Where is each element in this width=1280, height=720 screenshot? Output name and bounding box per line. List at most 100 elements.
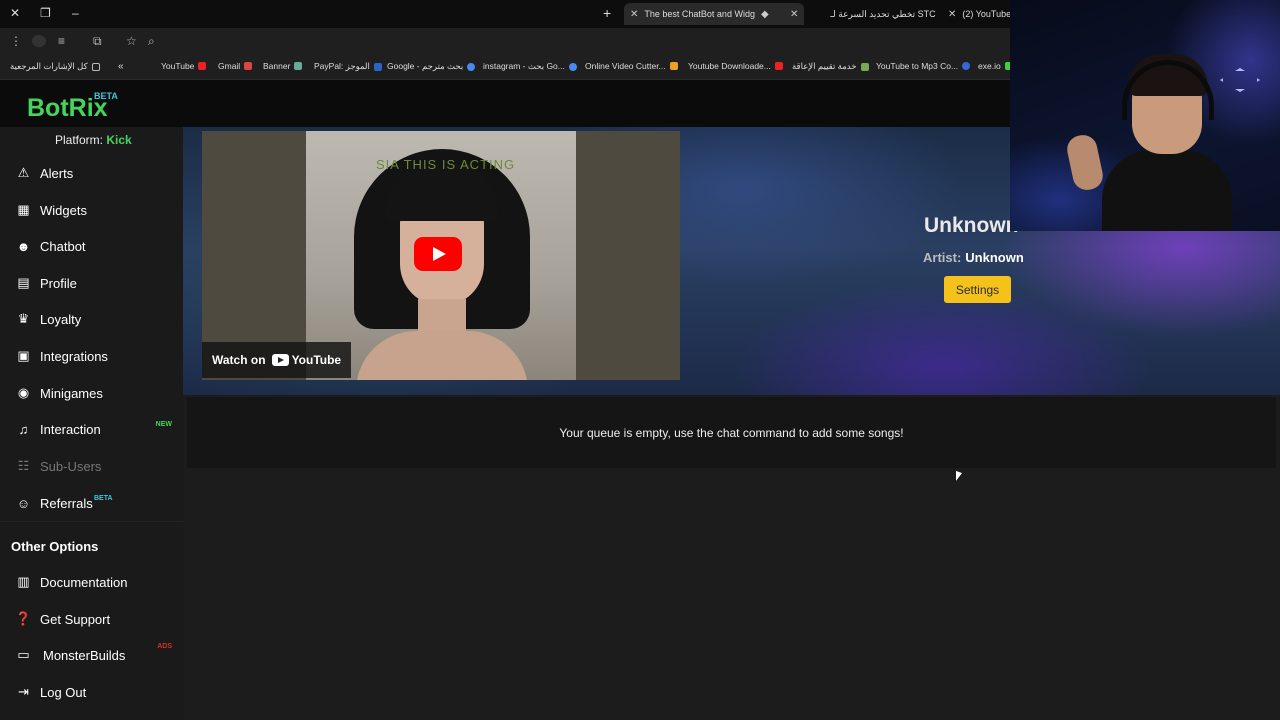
bookmark-label: Google - بحث مترجم	[387, 61, 464, 71]
bookmark-label: Gmail	[218, 61, 241, 71]
reading-list-icon[interactable]: ≡	[58, 34, 65, 48]
gamepad-icon: ◉	[17, 385, 30, 400]
bookmark-video-cutter[interactable]: Online Video Cutter...	[585, 61, 678, 71]
sidebar-item-alerts[interactable]: ⚠ Alerts	[0, 158, 183, 188]
chevron-left-icon[interactable]: «	[118, 61, 124, 72]
logo-beta-badge: BETA	[94, 91, 118, 101]
video-cutter-icon	[669, 62, 678, 70]
close-tab-icon[interactable]: ✕	[948, 9, 956, 20]
new-tab-button[interactable]: +	[603, 5, 611, 21]
bookmark-yt-mp3[interactable]: YouTube to Mp3 Co...	[876, 61, 971, 71]
bookmark-label: Banner	[263, 61, 291, 71]
bookmark-gmail[interactable]: Gmail	[218, 61, 253, 71]
robot-icon: ☻	[16, 238, 31, 254]
profile-icon[interactable]	[32, 35, 46, 47]
gmail-icon	[244, 62, 253, 70]
sidebar-item-label: Alerts	[40, 165, 74, 181]
settings-button[interactable]: Settings	[944, 276, 1011, 303]
album-art-title: SIA THIS IS ACTING	[376, 157, 516, 172]
site-icon	[860, 62, 869, 71]
close-window-icon[interactable]: ✕	[10, 6, 20, 20]
tab-title: The best ChatBot and Widg	[644, 9, 755, 19]
restore-window-icon[interactable]: ❐	[40, 6, 51, 20]
watch-on-youtube-link[interactable]: Watch on YouTube	[202, 342, 352, 378]
beta-badge: BETA	[94, 495, 113, 502]
sidebar-item-label: Profile	[40, 275, 77, 291]
sidebar-item-get-support[interactable]: ❓ Get Support	[0, 604, 183, 634]
tab-botrix[interactable]: ✕ The best ChatBot and Widg ◆	[624, 3, 804, 25]
id-card-icon: ▤	[17, 275, 30, 290]
tab-title: (2) YouTube	[962, 9, 1012, 19]
artist-line: Artist: Unknown	[923, 250, 1024, 265]
tab-title: تخطي تحديد السرعة لـ STC	[830, 8, 936, 19]
bookmark-banner[interactable]: Banner	[263, 61, 303, 71]
sidebar-item-label: Referrals	[40, 495, 93, 511]
paypal-icon	[373, 62, 382, 71]
extensions-icon[interactable]: ⧉	[93, 34, 102, 49]
close-tab-icon[interactable]: ✕	[790, 9, 798, 20]
bookmark-star-icon[interactable]: ☆	[126, 34, 137, 48]
bookmark-label: خدمة تقييم الإعاقة	[792, 61, 857, 71]
sidebar-item-label: MonsterBuilds	[43, 647, 126, 663]
bookmark-youtube[interactable]: YouTube	[161, 61, 207, 71]
sidebar-item-loyalty[interactable]: ♛ Loyalty	[0, 304, 183, 334]
sidebar-item-label: Integrations	[40, 348, 108, 364]
minimize-window-icon[interactable]: –	[72, 6, 79, 20]
sidebar-item-referrals[interactable]: ☺ Referrals BETA	[0, 488, 183, 518]
bookmark-disability-service[interactable]: خدمة تقييم الإعاقة	[792, 61, 869, 72]
menu-dots-icon[interactable]: ⋮	[10, 34, 22, 48]
artist-label: Artist:	[923, 250, 962, 265]
song-title: Unknown	[924, 214, 1019, 237]
zoom-icon[interactable]: ⌕	[148, 34, 155, 49]
sidebar-item-chatbot[interactable]: ☻ Chatbot	[0, 231, 183, 261]
bookmark-paypal[interactable]: PayPal: الموجز	[314, 61, 382, 72]
tab-stc[interactable]: ✕ تخطي تحديد السرعة لـ STC	[784, 3, 940, 25]
plug-icon: ▣	[17, 348, 30, 363]
laptop-icon: ▭	[17, 647, 30, 662]
bookmark-youtube-downloader[interactable]: Youtube Downloade...	[688, 61, 783, 71]
sidebar-item-label: Documentation	[40, 574, 128, 590]
sidebar-item-interaction[interactable]: ♫ Interaction NEW	[0, 414, 183, 444]
platform-label: Platform:	[55, 133, 104, 147]
bookmark-label: PayPal: الموجز	[314, 61, 370, 71]
sidebar-item-sub-users[interactable]: ☷ Sub-Users	[0, 451, 183, 481]
tab-youtube[interactable]: ✕ (2) YouTube	[942, 3, 1012, 25]
mouse-cursor	[956, 470, 962, 484]
sidebar-item-integrations[interactable]: ▣ Integrations	[0, 341, 183, 371]
close-tab-icon[interactable]: ✕	[630, 9, 638, 20]
sidebar-item-label: Widgets	[40, 202, 87, 218]
sidebar-item-label: Chatbot	[40, 238, 86, 254]
bookmark-all[interactable]: كل الإشارات المرجعية	[10, 61, 100, 72]
sidebar-item-label: Sub-Users	[40, 458, 102, 474]
sidebar-item-documentation[interactable]: ▥ Documentation	[0, 567, 183, 597]
album-art-shoulders	[356, 331, 528, 380]
platform-value: Kick	[106, 133, 132, 147]
bookmark-exe-io[interactable]: exe.io	[978, 61, 1013, 71]
artist-value: Unknown	[965, 250, 1024, 265]
logout-icon: ⇥	[18, 684, 29, 699]
google-icon	[467, 62, 476, 71]
new-badge: NEW	[155, 421, 172, 428]
sidebar-item-minigames[interactable]: ◉ Minigames	[0, 378, 183, 408]
sidebar-item-monsterbuilds[interactable]: ▭ MonsterBuilds ADS	[0, 640, 183, 670]
bookmark-label: exe.io	[978, 61, 1001, 71]
bookmark-google-translate[interactable]: Google - بحث مترجم	[387, 61, 476, 72]
song-queue: Your queue is empty, use the chat comman…	[187, 397, 1276, 468]
sidebar-item-widgets[interactable]: ▦ Widgets	[0, 195, 183, 225]
youtube-icon	[198, 62, 207, 70]
sidebar-item-label: Interaction	[40, 421, 101, 437]
bookmark-label: YouTube	[161, 61, 195, 71]
screen: ✕ ❐ – + ✕ The best ChatBot and Widg ◆ ✕ …	[0, 0, 1280, 720]
bookmark-label: YouTube to Mp3 Co...	[876, 61, 959, 71]
sidebar-item-profile[interactable]: ▤ Profile	[0, 268, 183, 298]
streamer-body	[1102, 150, 1232, 231]
sidebar-item-log-out[interactable]: ⇥ Log Out	[0, 677, 183, 707]
bookmark-instagram[interactable]: instagram - بحث Go...	[483, 61, 577, 72]
youtube-play-button[interactable]	[414, 237, 462, 271]
download-icon	[774, 62, 783, 70]
trophy-icon: ♛	[17, 311, 30, 326]
bookmark-label: Youtube Downloade...	[688, 61, 771, 71]
youtube-video-embed[interactable]: SIA THIS IS ACTING Watch on YouTube	[202, 131, 680, 380]
users-icon: ☷	[17, 458, 30, 473]
youtube-logo: YouTube	[271, 353, 341, 367]
